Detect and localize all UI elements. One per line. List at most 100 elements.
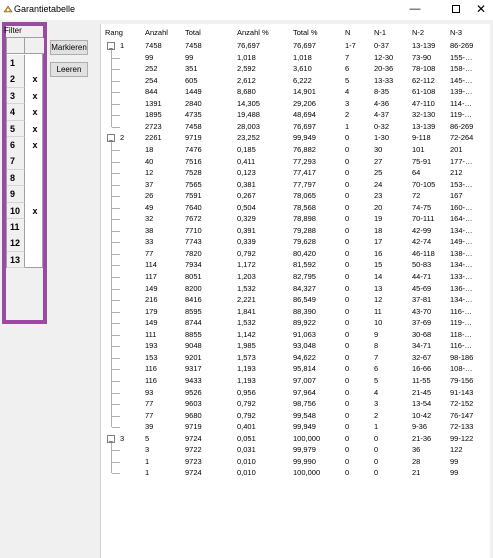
filter-grid-corner[interactable] — [7, 38, 25, 54]
table-row[interactable]: 114 7934 1,172 81,592 0 15 50-83 134-… — [101, 259, 491, 271]
filter-row-mark[interactable]: x — [27, 104, 43, 121]
filter-row[interactable]: 1 — [7, 55, 44, 72]
filter-row-number[interactable]: 5 — [7, 120, 25, 138]
table-row[interactable]: 1 9724 0,010 100,000 0 0 21 99 — [101, 467, 491, 479]
filter-row-mark[interactable] — [27, 219, 43, 236]
filter-row-number[interactable]: 9 — [7, 186, 25, 203]
table-row[interactable]: 12 7528 0,123 77,417 0 25 64 212 — [101, 167, 491, 179]
filter-row-number[interactable]: 11 — [7, 219, 25, 236]
collapse-toggle-icon[interactable]: − — [107, 134, 115, 143]
filter-row-number[interactable]: 6 — [7, 137, 25, 154]
filter-row-mark[interactable]: x — [27, 121, 43, 138]
table-row[interactable]: 49 7640 0,504 78,568 0 20 74-75 160-… — [101, 202, 491, 214]
table-row[interactable]: 153 9201 1,573 94,622 0 7 32-67 98-186 — [101, 352, 491, 364]
column-header[interactable]: Total — [185, 27, 201, 39]
column-header[interactable]: Anzahl — [145, 27, 168, 39]
table-row[interactable]: 38 7710 0,391 79,288 0 18 42-99 134-… — [101, 225, 491, 237]
table-row[interactable]: 1 9723 0,010 99,990 0 0 28 99 — [101, 456, 491, 468]
filter-row[interactable]: 8 — [7, 169, 44, 187]
filter-row-mark[interactable] — [27, 252, 43, 269]
table-row[interactable]: 1895 4735 19,488 48,694 2 4-37 32-130 119-… — [101, 109, 491, 121]
filter-row[interactable]: 2x — [7, 71, 44, 88]
table-row[interactable]: 149 8744 1,532 89,922 0 10 37-69 119-… — [101, 317, 491, 329]
filter-row-mark[interactable] — [27, 153, 43, 170]
table-row[interactable]: 116 9317 1,193 95,814 0 6 16-66 108-… — [101, 363, 491, 375]
close-button[interactable]: ✕ — [470, 1, 492, 17]
filter-row-mark[interactable]: x — [27, 88, 43, 105]
table-cell: 0 — [345, 433, 350, 443]
filter-row-number[interactable]: 12 — [7, 235, 25, 252]
filter-row[interactable]: 9 — [7, 186, 44, 203]
table-row[interactable]: 193 9048 1,985 93,048 0 8 34-71 116-… — [101, 340, 491, 352]
filter-row[interactable]: 5x — [7, 120, 44, 138]
table-row[interactable]: 77 7820 0,792 80,420 0 16 46-118 138-… — [101, 248, 491, 260]
filter-row-mark[interactable] — [27, 55, 43, 72]
filter-row[interactable]: 4x — [7, 104, 44, 121]
table-row[interactable]: 99 99 1,018 1,018 7 12-30 73-90 155-… — [101, 52, 491, 64]
filter-row-mark[interactable] — [27, 235, 43, 252]
table-row[interactable]: 18 7476 0,185 76,882 0 30 101 201 — [101, 144, 491, 156]
filter-row[interactable]: 12 — [7, 235, 44, 252]
column-header[interactable]: N — [345, 27, 350, 39]
minimize-button[interactable]: — — [400, 1, 430, 17]
filter-row-number[interactable]: 2 — [7, 71, 25, 88]
filter-row-number[interactable]: 7 — [7, 153, 25, 170]
filter-row-mark[interactable]: x — [27, 203, 43, 220]
table-row[interactable]: 1391 2840 14,305 29,206 3 4-36 47-110 114-… — [101, 98, 491, 110]
filter-row[interactable]: 11 — [7, 219, 44, 236]
column-header[interactable]: Total % — [293, 27, 318, 39]
filter-row-number[interactable]: 4 — [7, 104, 25, 121]
warranty-table[interactable]: Rang Anzahl Total Anzahl % Total % N N-1 N-2 N-3… — [100, 24, 490, 558]
filter-row-number[interactable]: 10 — [7, 202, 25, 220]
table-row[interactable]: 3 9722 0,031 99,979 0 0 36 122 — [101, 444, 491, 456]
table-row[interactable]: 179 8595 1,841 88,390 0 11 43-70 116-… — [101, 306, 491, 318]
leeren-button[interactable]: Leeren — [50, 62, 88, 77]
filter-grid[interactable]: 1 2 x 3 x 4 x 5 x 6 x 7 8 9 10 x 11 12 13 — [6, 37, 44, 269]
column-header[interactable]: N-2 — [412, 27, 424, 39]
collapse-toggle-icon[interactable]: − — [107, 42, 115, 50]
table-row[interactable]: 844 1449 8,680 14,901 4 8-35 61-108 139-… — [101, 86, 491, 98]
column-header[interactable]: N-3 — [450, 27, 490, 39]
filter-row-number[interactable]: 1 — [7, 55, 25, 72]
table-row[interactable]: 116 9433 1,193 97,007 0 5 11-55 79-156 — [101, 375, 491, 387]
table-group-row[interactable]: −2 2261 9719 23,252 99,949 0 1-30 9-118 72-264 — [101, 132, 491, 144]
table-row[interactable]: 252 351 2,592 3,610 6 20-36 78-108 158-… — [101, 63, 491, 75]
table-row[interactable]: 254 605 2,612 6,222 5 13-33 62-112 145-… — [101, 75, 491, 87]
table-row[interactable]: 40 7516 0,411 77,293 0 27 75-91 177-… — [101, 156, 491, 168]
table-cell: 99 — [450, 468, 459, 478]
column-header[interactable]: Anzahl % — [237, 27, 269, 39]
filter-row-number[interactable]: 8 — [7, 169, 25, 187]
table-row[interactable]: 26 7591 0,267 78,065 0 23 72 167 — [101, 190, 491, 202]
filter-row[interactable]: 13 — [7, 251, 44, 269]
collapse-toggle-icon[interactable]: − — [107, 434, 115, 443]
filter-row[interactable]: 3x — [7, 87, 44, 105]
filter-row[interactable]: 6x — [7, 137, 44, 154]
filter-row-number[interactable]: 3 — [7, 87, 25, 105]
table-row[interactable]: 37 7565 0,381 77,797 0 24 70-105 153-… — [101, 179, 491, 191]
table-row[interactable]: 216 8416 2,221 86,549 0 12 37-81 134-… — [101, 294, 491, 306]
filter-row[interactable]: 10 x — [7, 202, 44, 220]
markieren-button[interactable]: Markieren — [50, 40, 88, 55]
filter-row[interactable]: 7 — [7, 153, 44, 170]
filter-row-number[interactable]: 13 — [7, 251, 25, 269]
table-row[interactable]: 111 8855 1,142 91,063 0 9 30-68 118-… — [101, 329, 491, 341]
table-row[interactable]: 117 8051 1,203 82,795 0 14 44-71 133-… — [101, 271, 491, 283]
filter-row-mark[interactable]: x — [27, 71, 43, 88]
table-row[interactable]: 39 9719 0,401 99,949 0 1 9-36 72-133 — [101, 421, 491, 433]
table-cell: 0 — [345, 144, 350, 154]
table-row[interactable]: 33 7743 0,339 79,628 0 17 42-74 149-… — [101, 236, 491, 248]
column-header[interactable]: Rang — [105, 27, 123, 39]
column-header[interactable]: N-1 — [374, 27, 386, 39]
table-row[interactable]: 93 9526 0,956 97,964 0 4 21-45 91-143 — [101, 387, 491, 399]
table-row[interactable]: 2723 7458 28,003 76,697 1 0-32 13-139 86-269 — [101, 121, 491, 133]
filter-row-mark[interactable] — [27, 170, 43, 187]
table-group-row[interactable]: −1 7458 7458 76,697 76,697 1-7 0-37 13-139 86-26… — [101, 40, 491, 52]
filter-row-mark[interactable] — [27, 186, 43, 203]
filter-row-mark[interactable]: x — [27, 137, 43, 154]
maximize-button[interactable] — [441, 1, 471, 17]
table-group-row[interactable]: −3 5 9724 0,051 100,000 0 0 21-36 99-122 — [101, 433, 491, 445]
table-row[interactable]: 77 9603 0,792 98,756 0 3 13-54 72-152 — [101, 398, 491, 410]
table-row[interactable]: 149 8200 1,532 84,327 0 13 45-69 136-… — [101, 283, 491, 295]
table-row[interactable]: 32 7672 0,329 78,898 0 19 70-111 164-… — [101, 213, 491, 225]
table-row[interactable]: 77 9680 0,792 99,548 0 2 10-42 76-147 — [101, 410, 491, 422]
